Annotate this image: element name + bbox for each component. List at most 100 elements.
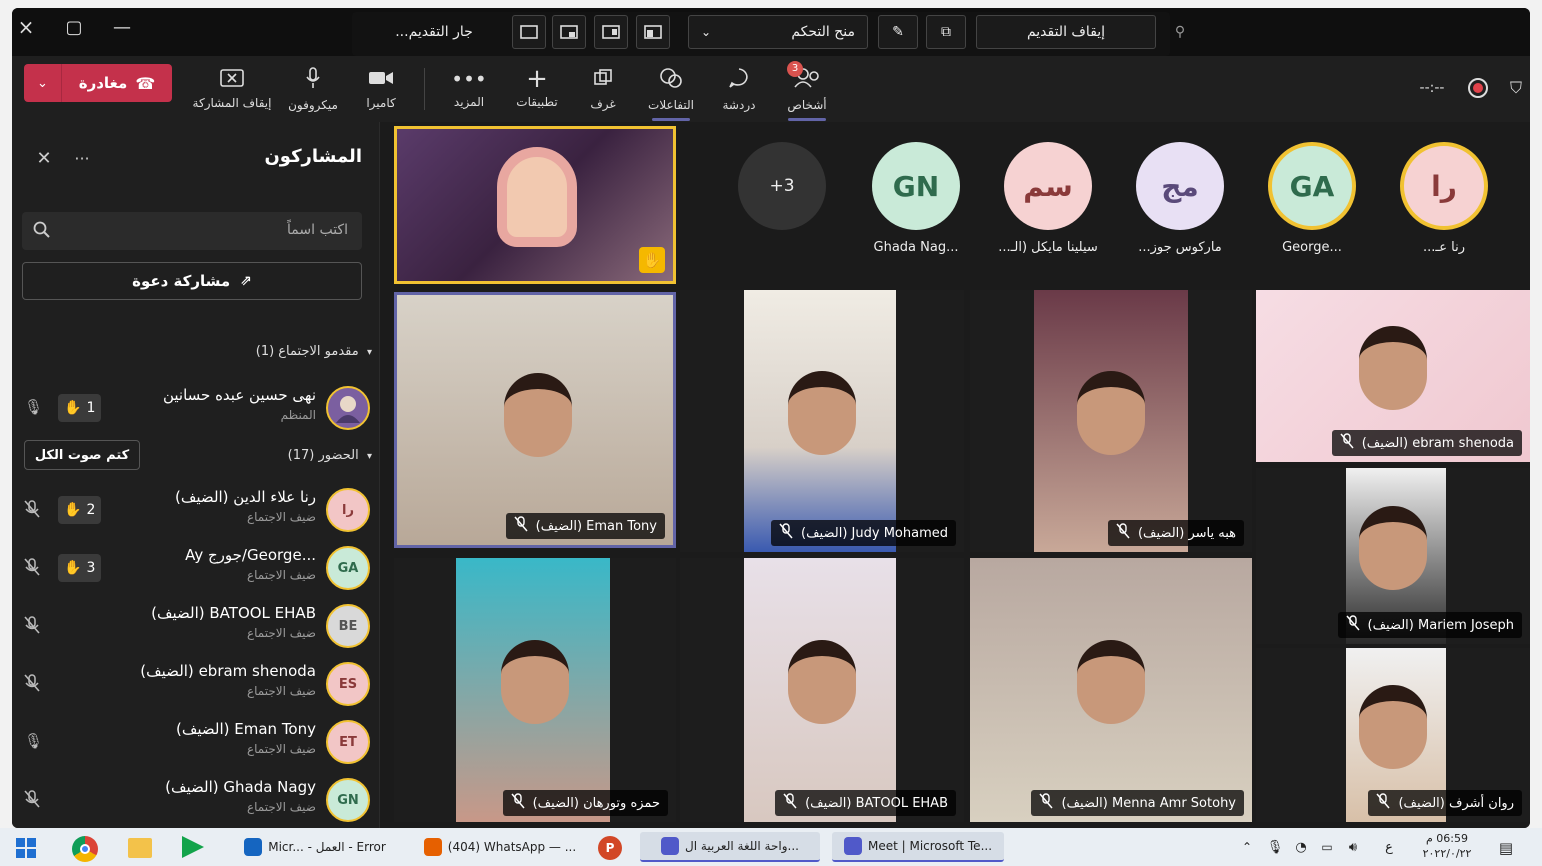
participant-name: Eman Tony (الضيف) [175,720,316,738]
video-person [788,371,856,455]
participant-video-tile[interactable]: BATOOL EHAB (الضيف) [680,558,964,822]
overflow-participants-bubble[interactable]: +3 [738,142,826,230]
participants-panel: ✕ ··· المشاركون اكتب اسماً مشاركة دعوة ⇗… [12,122,380,828]
network-icon[interactable]: ◔ [1292,838,1310,856]
participant-video-tile[interactable]: Menna Amr Sotohy (الضيف) [970,558,1252,822]
powerpoint-icon[interactable]: P [598,836,622,860]
mute-all-button[interactable]: كتم صوت الكل [24,440,140,470]
app-title: Meet | Microsoft Te... [867,839,993,853]
maximize-window-icon[interactable]: ▢ [62,14,86,40]
participant-video-tile[interactable]: حمزه وتورهان (الضيف) [394,558,676,822]
minimize-window-icon[interactable]: — [110,14,134,40]
layout-content-only-icon[interactable] [512,15,546,49]
file-explorer-icon[interactable] [128,838,152,858]
leave-button[interactable]: ⌄ مغادرة ☎ [24,64,172,102]
more-options-icon[interactable]: ··· [70,146,94,170]
participant-row-organizer[interactable]: نهى حسين عبده حسانين المنظم ✋ 1 🎙︎ [20,380,370,438]
title-bar: × ▢ — ...جار التقديم ⌄ منح التحكم ✎ ⧉ إي… [12,8,1530,56]
include-audio-icon[interactable]: ⧉ [926,15,966,49]
participant-name: Mariem Joseph (الضيف) [1367,617,1515,633]
participant-role: ضيف الاجتماع [246,742,316,756]
breakout-rooms-icon [593,68,613,91]
stop-presenting-button[interactable]: إيقاف التقديم [976,15,1156,49]
close-window-icon[interactable]: × [14,14,38,40]
presenters-header-label: مقدمو الاجتماع (1) [255,344,359,359]
chevron-down-icon: ▾ [366,451,372,462]
microphone-icon[interactable]: 🎙︎ [1266,838,1284,856]
layout-side-by-side-icon[interactable] [594,15,628,49]
participant-video-tile[interactable]: ebram shenoda (الضيف) [1256,290,1530,462]
rooms-button[interactable]: غرف [572,60,634,118]
participant-row[interactable]: BE BATOOL EHAB (الضيف) ضيف الاجتماع [20,598,370,656]
participant-row[interactable]: GN Ghada Nagy (الضيف) ضيف الاجتماع [20,772,370,828]
hand-order: 2 [86,502,96,518]
taskbar-app[interactable]: واحة اللغة العربية ال... [640,832,820,862]
attendees-section-header[interactable]: ▾ الحضور (17) [162,448,372,463]
share-invite-label: مشاركة دعوة [132,272,231,290]
participant-bubble[interactable]: مج [1136,142,1224,230]
participant-row[interactable]: GA ...George/جورج Ay ضيف الاجتماع ✋ 3 [20,540,370,598]
layout-standout-icon[interactable] [552,15,586,49]
chevron-down-icon[interactable]: ⌄ [24,64,62,102]
participant-video-tile[interactable]: Eman Tony (الضيف) [394,292,676,548]
close-icon[interactable]: ✕ [32,146,56,170]
microphone-muted-icon [24,616,40,638]
video-person [1359,506,1427,590]
avatar [326,386,370,430]
participant-video-tile[interactable]: هبه ياسر (الضيف) [970,290,1252,552]
chevron-up-icon[interactable]: ⌃ [1238,838,1256,856]
microphone-muted-icon [1039,793,1054,813]
participant-name: رنا علاء الدين (الضيف) [175,488,316,506]
reactions-icon [659,67,683,92]
share-invite-button[interactable]: مشاركة دعوة ⇗ [22,262,362,300]
pin-icon[interactable]: ⚲ [1168,20,1192,44]
taskbar-app[interactable]: Meet | Microsoft Te... [832,832,1004,862]
clock[interactable]: 06:59 م ٢٠٢٢/٠/٢٢ [1412,831,1482,861]
presenters-section-header[interactable]: ▾ مقدمو الاجتماع (1) [162,344,372,359]
participant-bubble[interactable]: GA [1268,142,1356,230]
chrome-icon[interactable] [72,836,98,862]
avatar: را [326,488,370,532]
participant-name: ebram shenoda (الضيف) [140,662,316,680]
participant-video-tile[interactable]: Mariem Joseph (الضيف) [1256,468,1530,644]
apps-button[interactable]: + تطبيقات [506,60,568,118]
chat-button[interactable]: دردشة [708,60,770,118]
camera-button[interactable]: كاميرا [350,60,412,118]
camera-label: كاميرا [366,95,396,110]
microphone-button[interactable]: ميكروفون [282,60,344,118]
stop-sharing-button[interactable]: إيقاف المشاركة [192,60,272,118]
participant-row[interactable]: ES ebram shenoda (الضيف) ضيف الاجتماع [20,656,370,714]
more-button[interactable]: ••• المزيد [438,60,500,118]
organizer-video-tile[interactable]: ✋ [394,126,676,284]
raised-hand-icon: ✋ [639,247,665,273]
participant-name-caption: Judy Mohamed (الضيف) [771,520,956,546]
participant-video-tile[interactable]: Judy Mohamed (الضيف) [680,290,964,552]
reactions-button[interactable]: التفاعلات [640,60,702,121]
volume-icon[interactable]: 🔊︎ [1344,838,1362,856]
give-control-dropdown[interactable]: ⌄ منح التحكم [688,15,868,49]
raised-hand-badge: ✋ 2 [58,496,102,524]
camera-icon [368,69,394,90]
notifications-icon[interactable]: ▤ [1494,836,1518,860]
chat-icon [727,67,751,92]
taskbar-app[interactable]: Micr... - العمل - Error [230,832,400,862]
share-icon: ⇗ [240,273,252,289]
app-icon [423,838,442,856]
annotate-pen-icon[interactable]: ✎ [878,15,918,49]
media-player-icon[interactable] [182,836,204,858]
windows-start-icon[interactable] [14,836,38,860]
participant-row[interactable]: را رنا علاء الدين (الضيف) ضيف الاجتماع ✋ 2 [20,482,370,540]
battery-icon[interactable]: ▭ [1318,838,1336,856]
layout-reporter-icon[interactable] [636,15,670,49]
participant-bubble[interactable]: GN [872,142,960,230]
participant-bubble[interactable]: سم [1004,142,1092,230]
participant-bubble[interactable]: را [1400,142,1488,230]
shield-icon[interactable]: ⛉ [1506,78,1526,98]
participant-video-tile[interactable]: روان أشرف (الضيف) [1256,648,1530,822]
taskbar-app[interactable]: (404) WhatsApp — ... [414,832,586,862]
clock-date: ٢٠٢٢/٠/٢٢ [1422,847,1472,860]
people-button[interactable]: 3 أشخاص [776,60,838,121]
participant-row[interactable]: ET Eman Tony (الضيف) ضيف الاجتماع 🎙︎ [20,714,370,772]
search-input[interactable]: اكتب اسماً [22,212,362,250]
input-language[interactable]: ع [1380,838,1398,856]
